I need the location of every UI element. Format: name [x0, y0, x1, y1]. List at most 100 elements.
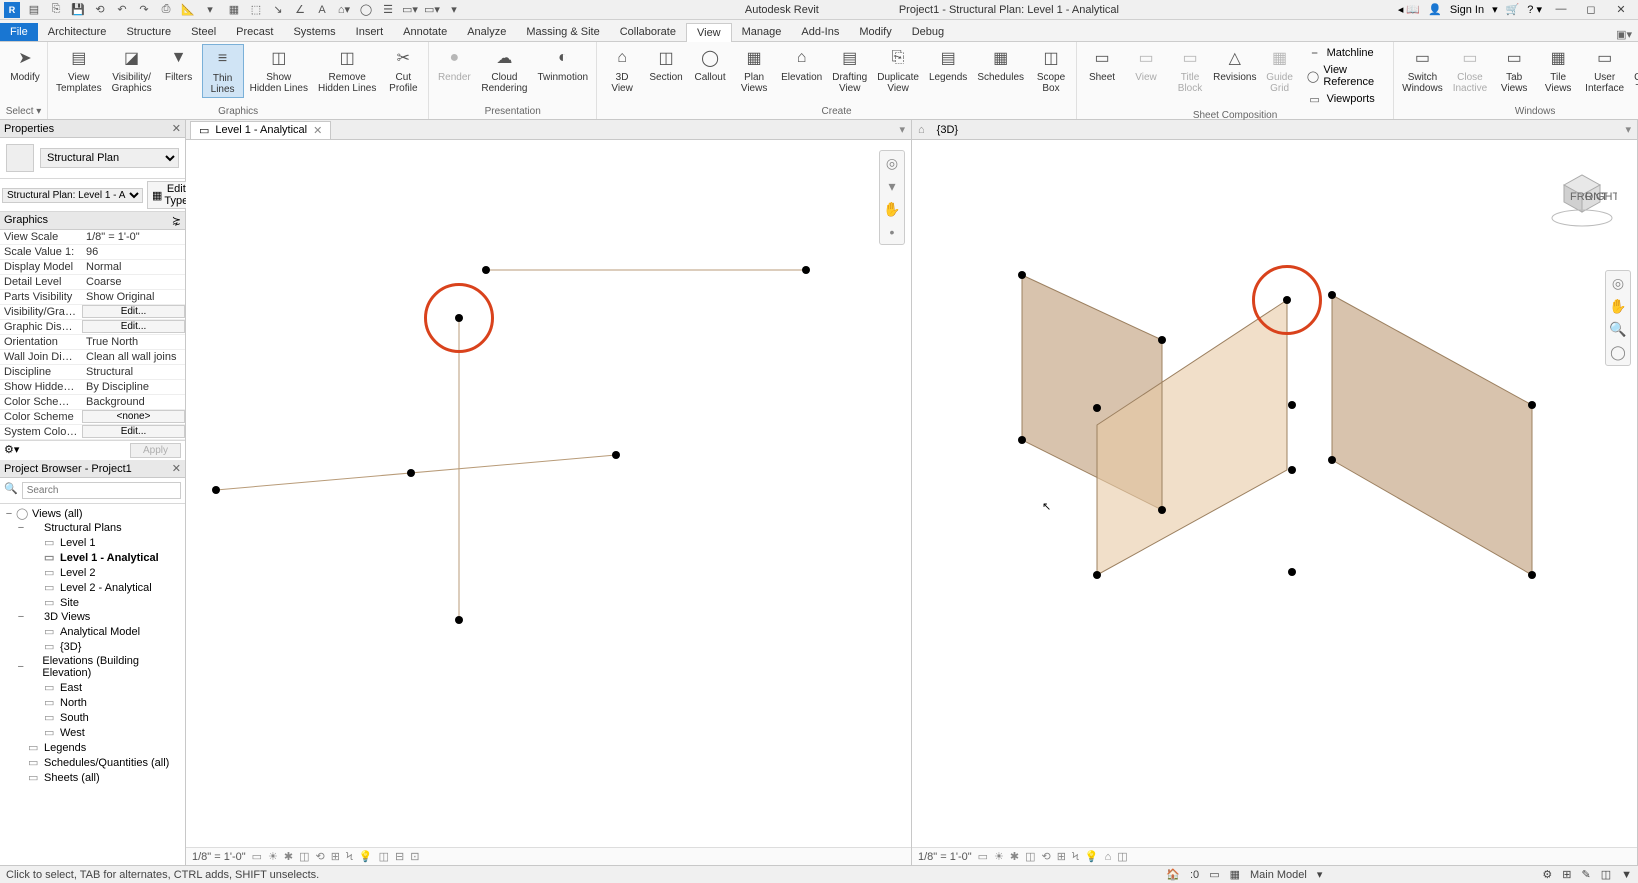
property-value[interactable]: Normal [82, 260, 185, 274]
analytical-node[interactable] [1528, 571, 1536, 579]
vs-icon[interactable]: ⌂ [1105, 851, 1112, 863]
property-value[interactable]: Background [82, 395, 185, 409]
analytical-node[interactable] [1093, 571, 1101, 579]
analytical-node[interactable] [802, 266, 810, 274]
vp-tab-plan[interactable]: ▭ Level 1 - Analytical ✕ [190, 121, 331, 139]
nav-wheel-icon[interactable]: ◎ [1612, 275, 1624, 292]
property-edit-button[interactable]: <none> [82, 410, 185, 423]
remove-hidden-button[interactable]: ◫Remove Hidden Lines [314, 44, 380, 96]
analytical-node[interactable] [1528, 401, 1536, 409]
tab-annotate[interactable]: Annotate [393, 23, 457, 41]
tree-item[interactable]: ▭Legends [2, 740, 183, 755]
home-icon[interactable]: ⌂▾ [336, 2, 352, 18]
analytical-node[interactable] [1158, 336, 1166, 344]
plan-views-button[interactable]: ▦Plan Views [733, 44, 775, 96]
tree-item[interactable]: ▭Analytical Model [2, 624, 183, 639]
revisions-button[interactable]: △Revisions [1213, 44, 1257, 85]
twinmotion-button[interactable]: ◐Twinmotion [534, 44, 593, 85]
modify-button[interactable]: ➤Modify [4, 44, 46, 85]
property-row[interactable]: DisciplineStructural [0, 365, 185, 380]
status-icon[interactable]: ▭ [1209, 868, 1219, 881]
property-row[interactable]: Wall Join DisplayClean all wall joins [0, 350, 185, 365]
tab-precast[interactable]: Precast [226, 23, 283, 41]
switch-windows-button[interactable]: ▭Switch Windows [1398, 44, 1447, 96]
vs-icon[interactable]: ⊡ [410, 850, 419, 863]
scope-box-button[interactable]: ◫Scope Box [1030, 44, 1072, 96]
analytical-node[interactable] [1328, 456, 1336, 464]
property-value[interactable]: 1/8" = 1'-0" [82, 230, 185, 244]
analytical-node[interactable] [1288, 401, 1296, 409]
search-input[interactable] [22, 482, 181, 499]
property-value[interactable]: Coarse [82, 275, 185, 289]
open-icon[interactable]: ▤ [26, 2, 42, 18]
tree-item[interactable]: −3D Views [2, 610, 183, 624]
measure-icon[interactable]: 📐 [180, 2, 196, 18]
property-row[interactable]: Color Scheme ...Background [0, 395, 185, 410]
close-button[interactable]: ✕ [1610, 3, 1632, 17]
more-icon[interactable]: ▭▾ [402, 2, 418, 18]
tab-systems[interactable]: Systems [283, 23, 345, 41]
property-row[interactable]: Detail LevelCoarse [0, 275, 185, 290]
vs-icon[interactable]: ◫ [1117, 850, 1127, 863]
property-value[interactable]: True North [82, 335, 185, 349]
cut-profile-button[interactable]: ✂Cut Profile [382, 44, 424, 96]
vs-icon[interactable]: ⟲ [1042, 850, 1051, 863]
status-icon[interactable]: ⊞ [1562, 868, 1571, 881]
prop-tools-icon[interactable]: ⚙▾ [4, 443, 19, 458]
property-row[interactable]: Visibility/Graph...Edit... [0, 305, 185, 320]
thin-lines-button[interactable]: ≡Thin Lines [202, 44, 244, 98]
legends-button[interactable]: ▤Legends [925, 44, 971, 85]
plan-canvas[interactable]: ◎ ▾ ✋ • [186, 140, 911, 847]
visibility-button[interactable]: ◪Visibility/ Graphics [108, 44, 156, 96]
property-edit-button[interactable]: Edit... [82, 320, 185, 333]
sheet-button[interactable]: ▭Sheet [1081, 44, 1123, 85]
property-row[interactable]: System Color S...Edit... [0, 425, 185, 440]
tab-architecture[interactable]: Architecture [38, 23, 117, 41]
tree-item[interactable]: ▭{3D} [2, 639, 183, 654]
property-value[interactable]: Show Original [82, 290, 185, 304]
print-icon[interactable]: ⎙ [158, 2, 174, 18]
vp-3d-dd-icon[interactable]: ▾ [1619, 123, 1637, 136]
analytical-node[interactable] [407, 469, 415, 477]
analytical-node[interactable] [1018, 271, 1026, 279]
ribbon-min-icon[interactable]: ▣▾ [1610, 28, 1638, 41]
nav-pan-icon[interactable]: ✋ [883, 201, 900, 218]
tree-item[interactable]: −Elevations (Building Elevation) [2, 654, 183, 680]
apply-button[interactable]: Apply [130, 443, 181, 458]
property-value[interactable]: Structural [82, 365, 185, 379]
vp-home-icon[interactable]: ⌂ [912, 124, 931, 136]
tree-item[interactable]: ▭Schedules/Quantities (all) [2, 755, 183, 770]
qa-overflow-icon[interactable]: ▾ [446, 2, 462, 18]
tree-item[interactable]: ▭South [2, 710, 183, 725]
tree-twisty-icon[interactable]: − [16, 522, 26, 534]
nav-pan-icon[interactable]: ✋ [1609, 298, 1626, 315]
align-icon[interactable]: ▦ [226, 2, 242, 18]
type-selector[interactable]: Structural Plan [0, 138, 185, 179]
scale-3d-label[interactable]: 1/8" = 1'-0" [918, 851, 972, 863]
vs-icon[interactable]: Ϟ [346, 851, 353, 863]
property-row[interactable]: Show Hidden L...By Discipline [0, 380, 185, 395]
vs-icon[interactable]: ⊞ [331, 850, 340, 863]
tab-massing[interactable]: Massing & Site [516, 23, 609, 41]
property-value[interactable]: 96 [82, 245, 185, 259]
cloud-render-button[interactable]: ☁Cloud Rendering [477, 44, 531, 96]
properties-close-icon[interactable]: ✕ [172, 122, 181, 135]
vs-icon[interactable]: Ϟ [1072, 851, 1079, 863]
vs-icon[interactable]: ◫ [1025, 850, 1035, 863]
vs-icon[interactable]: ⟲ [316, 850, 325, 863]
tab-analyze[interactable]: Analyze [457, 23, 516, 41]
property-row[interactable]: View Scale1/8" = 1'-0" [0, 230, 185, 245]
status-icon[interactable]: ▼ [1621, 869, 1632, 881]
circle-icon[interactable]: ◯ [358, 2, 374, 18]
duplicate-button[interactable]: ⎘Duplicate View [873, 44, 923, 96]
tree-twisty-icon[interactable]: − [16, 661, 25, 673]
tree-item[interactable]: ▭Sheets (all) [2, 770, 183, 785]
analytical-node[interactable] [612, 451, 620, 459]
vs-icon[interactable]: ⊞ [1057, 850, 1066, 863]
redo-icon[interactable]: ↷ [136, 2, 152, 18]
matchline-button[interactable]: ⎯Matchline [1303, 44, 1390, 62]
tab-insert[interactable]: Insert [346, 23, 394, 41]
vs-icon[interactable]: ▭ [978, 850, 988, 863]
user-interface-button[interactable]: ▭User Interface [1581, 44, 1628, 96]
type-dropdown[interactable]: Structural Plan [40, 148, 179, 168]
